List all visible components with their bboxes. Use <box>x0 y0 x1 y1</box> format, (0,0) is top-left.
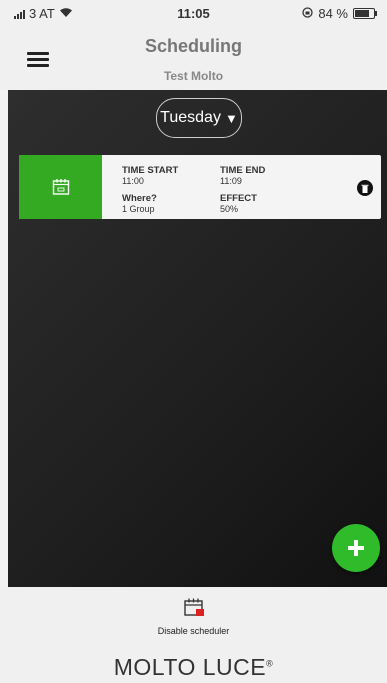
calendar-icon <box>52 179 69 195</box>
where-label: Where? <box>122 193 157 204</box>
effect-value: 50% <box>220 204 239 214</box>
battery-icon <box>353 8 377 19</box>
schedule-list-area: Tuesday ▼ TIME START 11:00 TIME END 11:0… <box>8 90 387 587</box>
where-value: 1 Group <box>122 204 155 214</box>
status-right: 84 % <box>302 6 377 21</box>
page-subtitle: Test Molto <box>163 69 224 83</box>
schedule-card[interactable]: TIME START 11:00 TIME END 11:09 Where? 1… <box>19 155 381 219</box>
time-start-value: 11:00 <box>122 176 144 186</box>
rotation-lock-icon <box>302 6 314 21</box>
page-title: Scheduling <box>144 36 242 56</box>
app-header: Scheduling Test Molto <box>0 26 387 90</box>
status-bar: 3 AT 11:05 84 % <box>0 0 387 26</box>
logo-mark: ® <box>266 658 274 669</box>
time-end-label: TIME END <box>220 165 266 176</box>
day-value: Tuesday <box>160 109 221 126</box>
disable-scheduler-label: Disable scheduler <box>157 626 230 636</box>
battery-percent: 84 % <box>318 6 348 21</box>
disable-scheduler-button[interactable]: Disable scheduler <box>0 597 387 636</box>
schedule-card-accent <box>19 155 102 219</box>
where: Where? 1 Group <box>122 193 157 214</box>
time-end-value: 11:09 <box>220 176 242 186</box>
effect-label: EFFECT <box>220 193 257 204</box>
add-schedule-button[interactable] <box>332 524 380 572</box>
logo: MOLTO LUCE® <box>0 654 387 681</box>
logo-text: MOLTO LUCE <box>113 654 267 680</box>
time-end: TIME END 11:09 <box>220 165 265 186</box>
footer: Disable scheduler MOLTO LUCE® <box>0 587 387 683</box>
day-selector[interactable]: Tuesday ▼ <box>156 98 242 138</box>
calendar-disable-icon <box>183 598 204 616</box>
plus-icon <box>348 540 364 556</box>
time-start: TIME START 11:00 <box>122 165 178 186</box>
chevron-down-icon: ▼ <box>224 110 238 126</box>
trash-icon[interactable] <box>357 180 373 196</box>
effect: EFFECT 50% <box>220 193 257 214</box>
time-start-label: TIME START <box>122 165 179 176</box>
